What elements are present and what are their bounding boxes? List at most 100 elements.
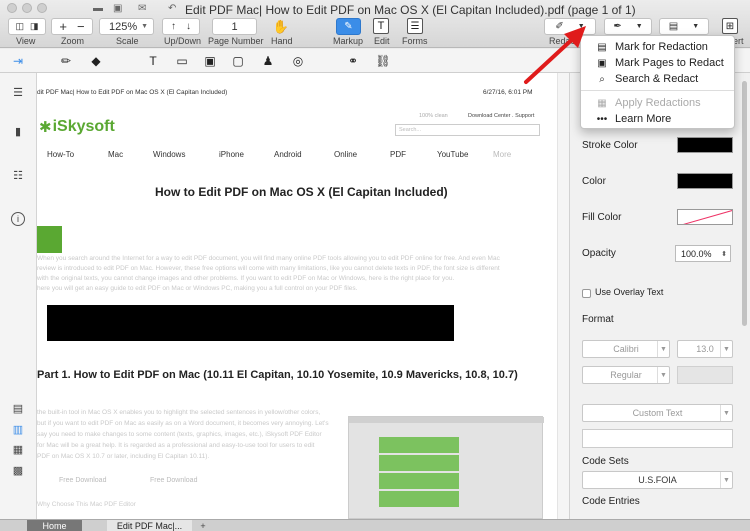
page-number-input[interactable]: 1 [212, 18, 257, 35]
text-callout-icon[interactable]: ▣ [202, 53, 218, 69]
stamp-dropdown-icon[interactable]: ▼ [692, 23, 699, 30]
stamp-button-group[interactable]: ▤ ▼ [659, 18, 709, 35]
nav-pdf[interactable]: PDF [390, 150, 406, 159]
intro-line-3: with the original texts, you cannot chan… [37, 275, 455, 282]
facing-view-icon[interactable]: ▩ [11, 463, 25, 477]
page-number-label: Page Number [208, 36, 264, 46]
view-button-group[interactable]: ◫ ◨ [8, 18, 46, 35]
single-page-icon[interactable]: ◫ [15, 21, 24, 32]
menu-item-learn-more[interactable]: ••• Learn More [581, 111, 736, 127]
intro-line-2: review is introduced to edit PDF on Mac.… [37, 265, 500, 272]
edit-icon[interactable]: T [373, 18, 389, 34]
shapes-icon[interactable]: ◎ [290, 53, 306, 69]
zoom-out-icon[interactable]: − [77, 19, 85, 34]
arrow-up-icon[interactable]: ↑ [171, 21, 176, 32]
color-swatch[interactable] [677, 173, 733, 189]
markup-button[interactable]: ✎ [336, 18, 361, 35]
panel-scrollbar[interactable] [742, 81, 747, 326]
list-icon[interactable]: ☷ [11, 168, 25, 182]
textbox-icon[interactable]: ▭ [174, 53, 190, 69]
font-style-select[interactable]: Regular ▼ [582, 366, 670, 384]
site-logo[interactable]: ✱ iSkysoft [39, 118, 115, 136]
nav-howto[interactable]: How-To [47, 150, 74, 159]
overlay-text-checkbox[interactable] [582, 289, 591, 298]
tab-document[interactable]: Edit PDF Mac|... [107, 520, 192, 531]
link-icon[interactable]: ⛓ [375, 53, 391, 69]
pen-icon[interactable]: ✒ [613, 21, 621, 32]
thumbnails-icon[interactable]: ☰ [11, 85, 25, 99]
insert-icon[interactable]: ⊞ [722, 18, 738, 34]
redaction-mark[interactable] [47, 305, 454, 341]
hand-icon[interactable]: ✋ [272, 18, 290, 35]
scale-select[interactable]: 125% ▼ [99, 18, 154, 35]
pen-button-group[interactable]: ✒ ▼ [604, 18, 652, 35]
eraser-icon[interactable]: ◆ [88, 53, 104, 69]
properties-panel: Stroke Color Color Fill Color Opacity 10… [569, 73, 750, 519]
nav-iphone[interactable]: iPhone [219, 150, 244, 159]
code-sets-label: Code Sets [582, 456, 629, 467]
stamp-icon[interactable]: ▤ [669, 21, 678, 32]
updown-button-group[interactable]: ↑ ↓ [162, 18, 200, 35]
top-links[interactable]: Download Center . Support [468, 113, 534, 119]
page-view-icon[interactable]: ▤ [11, 401, 25, 415]
font-select[interactable]: Calibri ▼ [582, 340, 670, 358]
nav-youtube[interactable]: YouTube [437, 150, 468, 159]
free-download-link-2[interactable]: Free Download [150, 477, 197, 484]
left-sidebar: ☰ ▮ ☷ i ▤ ▥ ▦ ▩ [0, 73, 37, 519]
nav-more[interactable]: More [493, 150, 511, 159]
select-cursor-icon[interactable]: ⇥ [10, 53, 26, 69]
free-download-link-1[interactable]: Free Download [59, 477, 106, 484]
why-choose-text: Why Choose This Mac PDF Editor [37, 501, 136, 508]
fill-color-swatch[interactable] [677, 209, 733, 225]
pencil-icon[interactable]: ✏ [58, 53, 74, 69]
stroke-color-swatch[interactable] [677, 137, 733, 153]
bookmark-icon[interactable]: ▮ [11, 124, 25, 138]
attachment-icon[interactable]: ⚭ [345, 53, 361, 69]
text-tool-icon[interactable]: T [145, 53, 161, 69]
forms-icon[interactable]: ☰ [407, 18, 423, 34]
document-scrollbar[interactable] [557, 73, 569, 519]
code-sets-select[interactable]: U.S.FOIA ▼ [582, 471, 733, 489]
font-size-select[interactable]: 13.0 ▼ [677, 340, 733, 358]
stepper-arrows-icon[interactable]: ⬍ [721, 250, 727, 258]
menu-item-search-redact[interactable]: ⌕ Search & Redact [581, 71, 736, 87]
pen-dropdown-icon[interactable]: ▼ [636, 23, 643, 30]
menu-item-mark-for-redaction[interactable]: ▤ Mark for Redaction [581, 39, 736, 55]
zoom-in-icon[interactable]: + [59, 19, 67, 34]
nav-android[interactable]: Android [274, 150, 302, 159]
folder-icon[interactable]: ▬ [93, 3, 103, 14]
save-icon[interactable]: ▣ [113, 3, 122, 14]
custom-text-select[interactable]: Custom Text ▼ [582, 404, 733, 422]
tab-bar: Home Edit PDF Mac|... + [0, 519, 750, 531]
color-label: Color [582, 176, 606, 187]
nav-windows[interactable]: Windows [153, 150, 185, 159]
code-entries-label: Code Entries [582, 496, 640, 507]
add-tab-button[interactable]: + [197, 520, 209, 531]
stamp-tool-icon[interactable]: ♟ [260, 53, 276, 69]
zoom-window-button[interactable] [37, 3, 47, 13]
document-page: dit PDF Mac| How to Edit PDF on Mac OS X… [37, 73, 557, 519]
nav-mac[interactable]: Mac [108, 150, 123, 159]
tab-home[interactable]: Home [27, 520, 82, 531]
menu-item-mark-pages[interactable]: ▣ Mark Pages to Redact [581, 55, 736, 71]
minimize-window-button[interactable] [22, 3, 32, 13]
nav-online[interactable]: Online [334, 150, 357, 159]
arrow-down-icon[interactable]: ↓ [186, 21, 191, 32]
continuous-view-icon[interactable]: ▥ [11, 422, 25, 436]
logo-icon: ✱ [39, 119, 52, 136]
sidebar-toggle-icon[interactable]: ◨ [30, 21, 39, 32]
close-window-button[interactable] [7, 3, 17, 13]
zoom-button-group[interactable]: + − [51, 18, 93, 35]
chevron-down-icon: ▼ [720, 405, 732, 421]
undo-icon[interactable]: ↶ [168, 3, 176, 14]
opacity-stepper[interactable]: 100.0% ⬍ [675, 245, 731, 262]
comment-icon[interactable]: ▢ [230, 53, 246, 69]
grid-view-icon[interactable]: ▦ [11, 442, 25, 456]
font-color-swatch[interactable] [677, 366, 733, 384]
chevron-down-icon: ▼ [657, 367, 669, 383]
mail-icon[interactable]: ✉ [138, 3, 146, 14]
info-icon[interactable]: i [11, 212, 25, 226]
custom-text-input[interactable] [582, 429, 733, 448]
menu-item-apply-redactions[interactable]: ▦ Apply Redactions [581, 95, 736, 111]
site-search-input[interactable]: Search... [395, 124, 540, 136]
